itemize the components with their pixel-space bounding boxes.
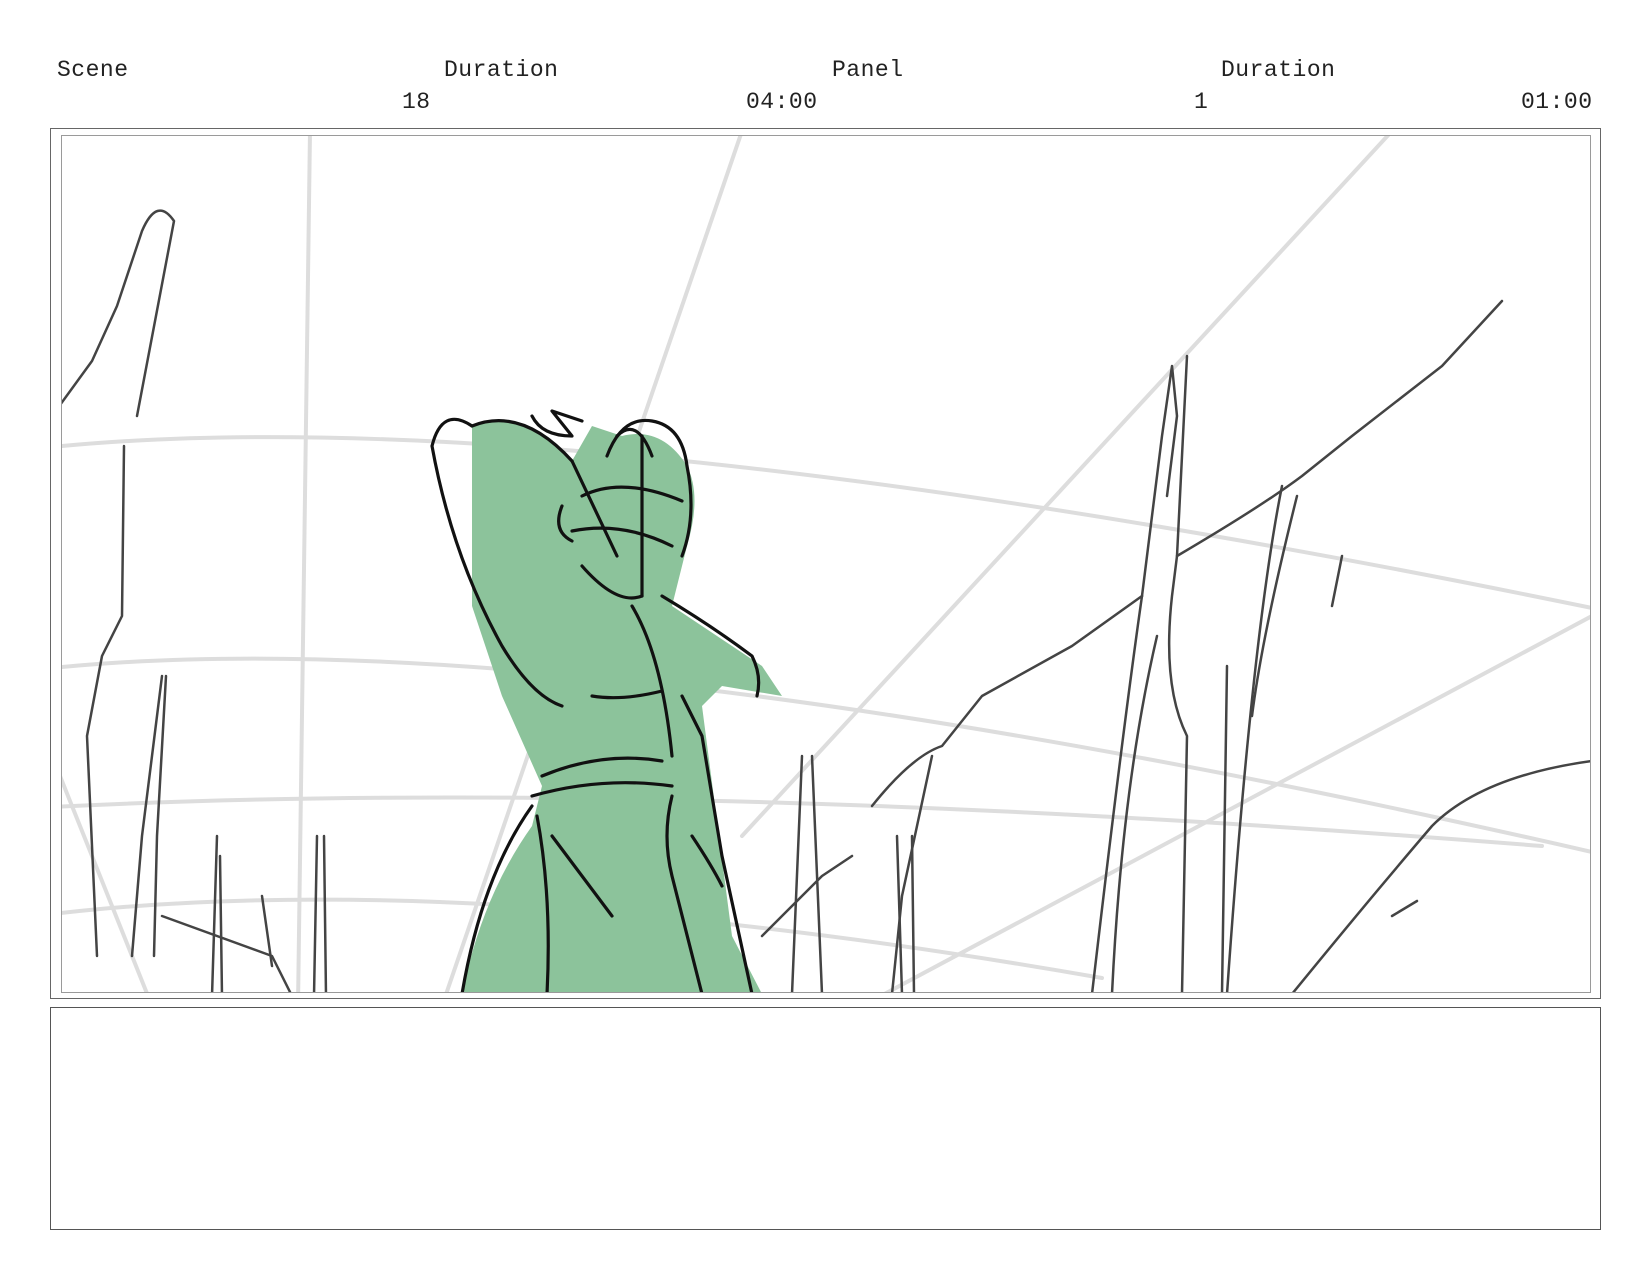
panel-duration-label: Duration <box>1221 57 1336 83</box>
panel-label: Panel <box>832 57 904 83</box>
panel-number: 1 <box>1194 89 1209 115</box>
scene-label: Scene <box>57 57 129 83</box>
sketch-drawing <box>62 136 1590 992</box>
panel-duration-value: 01:00 <box>1521 89 1593 115</box>
scene-number: 18 <box>402 89 431 115</box>
panel-notes-box <box>50 1007 1601 1230</box>
scene-duration-label: Duration <box>444 57 559 83</box>
rock-spires-right <box>760 299 1590 992</box>
scene-duration-value: 04:00 <box>746 89 818 115</box>
storyboard-panel-image <box>61 135 1591 993</box>
perspective-guides <box>62 136 1590 992</box>
